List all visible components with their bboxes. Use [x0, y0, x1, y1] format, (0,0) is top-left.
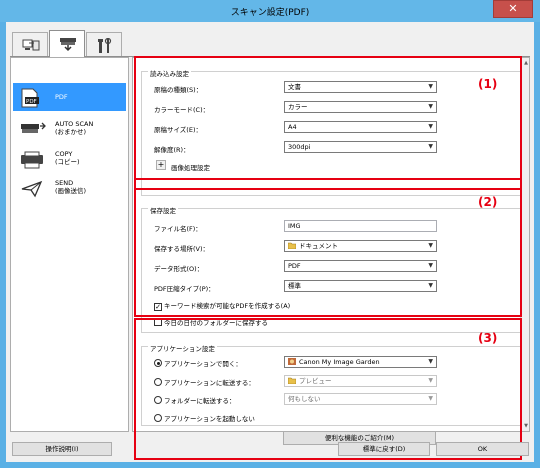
tools-icon [98, 38, 112, 53]
copy-icon [21, 151, 43, 169]
pdf-document-icon: PDF [21, 88, 39, 108]
marker-3: (3) [478, 331, 498, 345]
sidebar-item-auto-scan[interactable]: AUTO SCAN (おまかせ) [13, 115, 126, 143]
sidebar: PDF PDF AUTO SCAN (おまかせ) COPY (コピー) SEND… [10, 57, 129, 432]
tab-bar [12, 30, 132, 57]
sidebar-item-label: PDF [55, 93, 68, 101]
tab-scan-from-panel[interactable] [49, 30, 85, 57]
scanner-panel-icon [60, 38, 76, 52]
sidebar-item-send[interactable]: SEND (画像送信) [13, 174, 126, 202]
close-button[interactable]: ✕ [493, 0, 533, 18]
sidebar-item-label: AUTO SCAN (おまかせ) [55, 120, 94, 136]
scroll-down-icon[interactable]: ▼ [523, 423, 529, 429]
tab-general-settings[interactable] [86, 32, 122, 56]
restore-defaults-button[interactable]: 標準に戻す(D) [338, 442, 430, 456]
sidebar-item-label: SEND (画像送信) [55, 179, 87, 195]
scanner-to-pc-icon [22, 39, 40, 51]
send-icon [21, 180, 43, 198]
sidebar-item-label: COPY (コピー) [55, 150, 80, 166]
tab-scan-from-computer[interactable] [12, 32, 48, 56]
svg-text:PDF: PDF [26, 99, 37, 105]
marker-2: (2) [478, 195, 498, 209]
highlight-box-1 [134, 56, 522, 190]
sidebar-item-pdf[interactable]: PDF PDF [13, 83, 126, 111]
sidebar-item-copy[interactable]: COPY (コピー) [13, 145, 126, 173]
title-bar: スキャン設定(PDF) ✕ [0, 0, 540, 22]
auto-scan-icon [21, 122, 46, 133]
marker-1: (1) [478, 77, 498, 91]
dialog-footer: 操作説明(I) 標準に戻す(D) OK [6, 434, 534, 462]
scroll-up-icon[interactable]: ▲ [523, 60, 529, 66]
instructions-button[interactable]: 操作説明(I) [12, 442, 112, 456]
window-title: スキャン設定(PDF) [230, 8, 310, 18]
highlight-box-2 [134, 178, 522, 317]
ok-button[interactable]: OK [436, 442, 529, 456]
dialog-body: PDF PDF AUTO SCAN (おまかせ) COPY (コピー) SEND… [6, 22, 534, 462]
scrollbar[interactable]: ▲ ▼ [521, 58, 529, 431]
